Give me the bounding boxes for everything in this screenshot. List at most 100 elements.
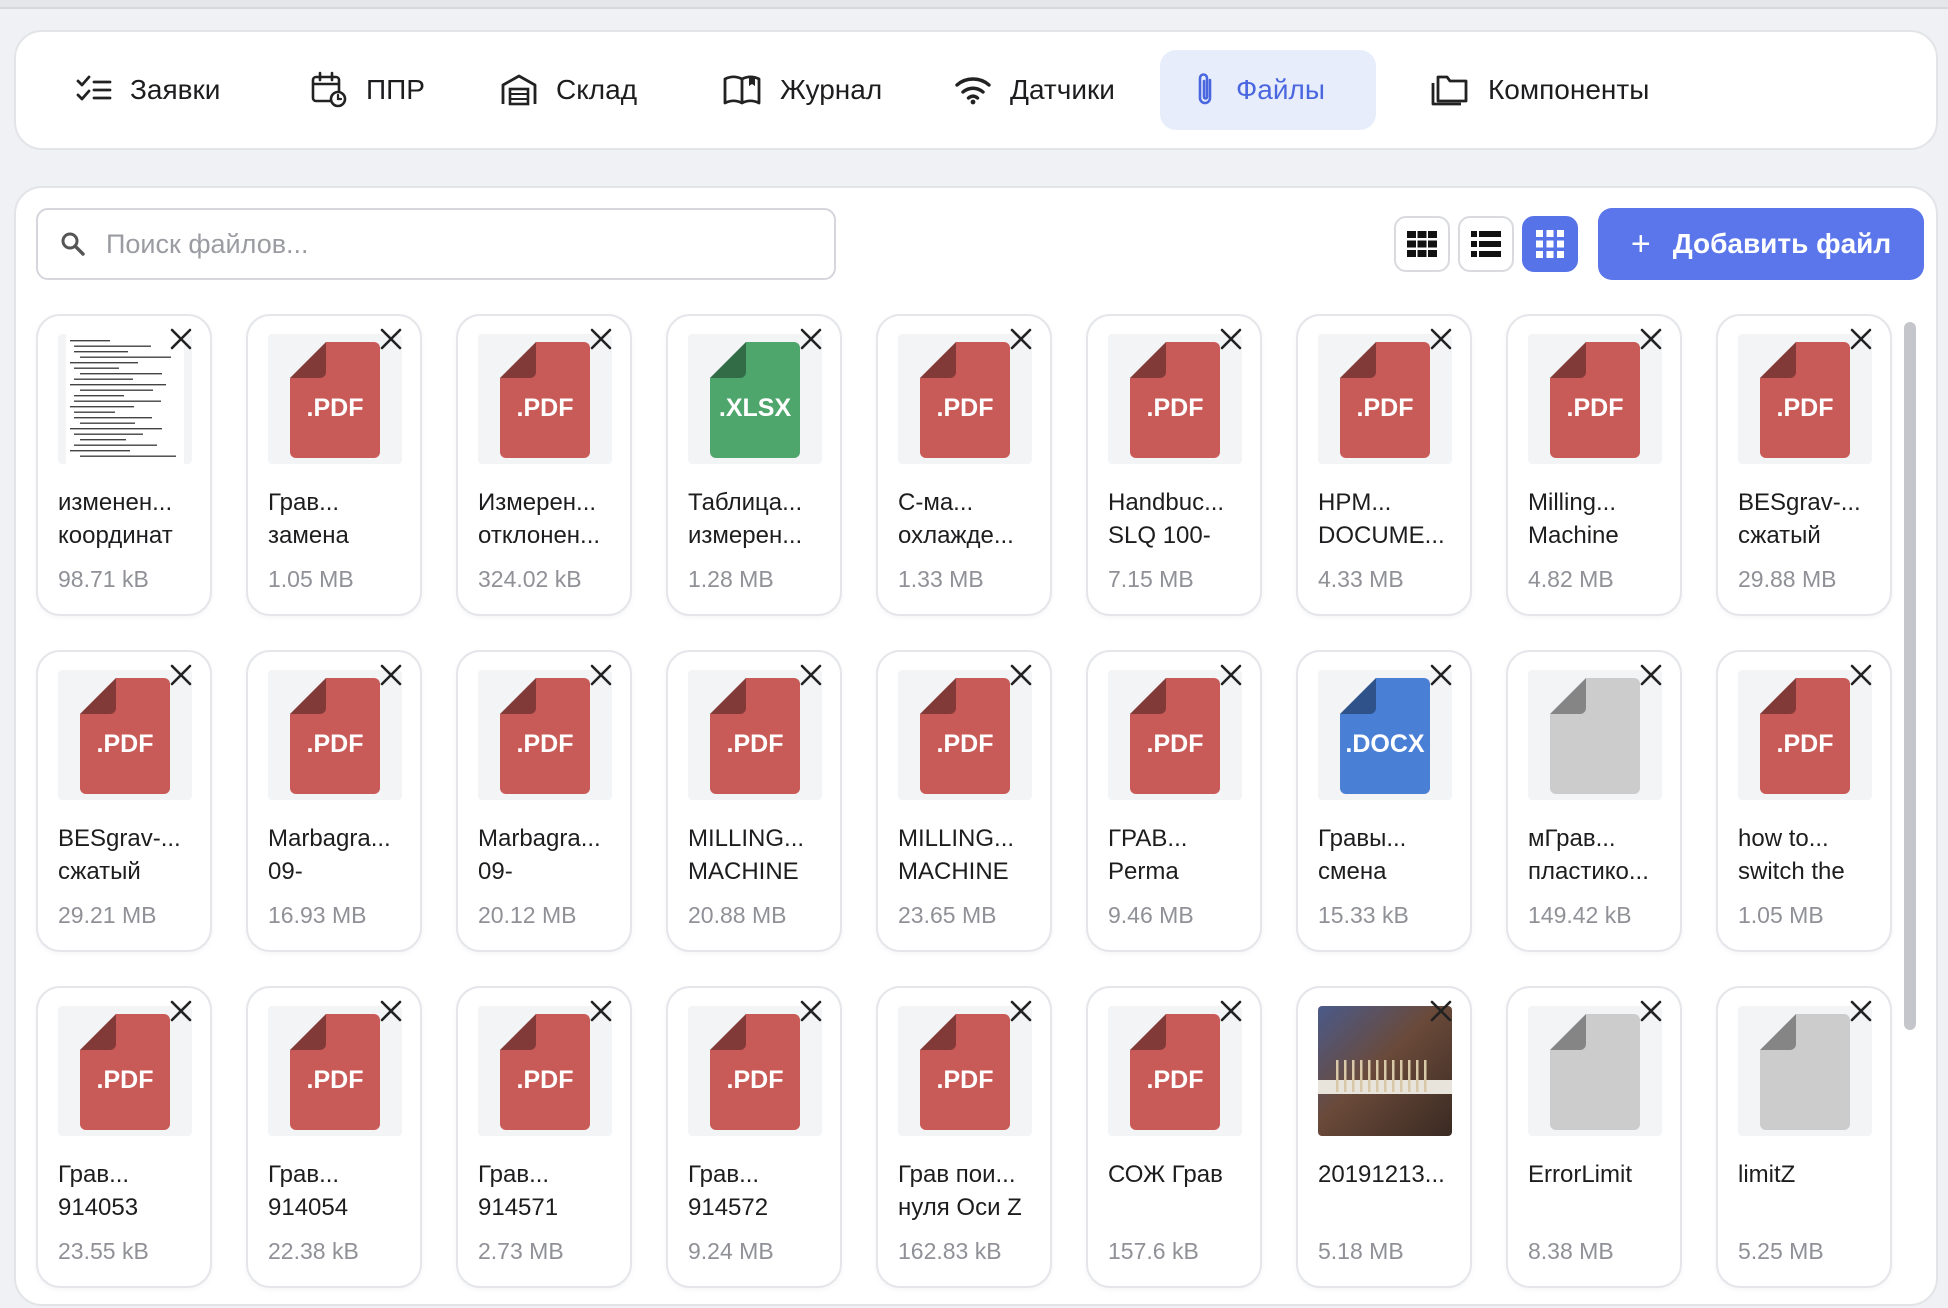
view-list-button[interactable] — [1458, 216, 1514, 272]
close-icon[interactable] — [1638, 326, 1664, 352]
book-icon — [723, 75, 761, 105]
close-icon[interactable] — [1218, 326, 1244, 352]
close-icon[interactable] — [1008, 998, 1034, 1024]
file-size: 9.46 MB — [1108, 902, 1194, 928]
file-card[interactable]: мГрав... пластико... 149.42 kB — [1506, 650, 1682, 952]
close-icon[interactable] — [378, 326, 404, 352]
close-icon[interactable] — [1848, 662, 1874, 688]
file-card[interactable]: .PDF Грав... 914572 9.24 MB — [666, 986, 842, 1288]
file-card[interactable]: .PDF Грав пои... нуля Оси Z 162.83 kB — [876, 986, 1052, 1288]
pdf-file-icon: .PDF — [1528, 334, 1662, 464]
svg-text:.PDF: .PDF — [307, 394, 364, 422]
file-card[interactable]: .DOCX Гравы... смена 15.33 kB — [1296, 650, 1472, 952]
close-icon[interactable] — [168, 998, 194, 1024]
close-icon[interactable] — [168, 326, 194, 352]
file-name-line — [1108, 1191, 1258, 1224]
file-name-line: Грав... — [58, 1161, 130, 1188]
close-icon[interactable] — [588, 662, 614, 688]
close-icon[interactable] — [1008, 662, 1034, 688]
file-name: Milling... Machine — [1528, 486, 1678, 552]
file-card[interactable]: .PDF Измерен... отклонен... 324.02 kB — [456, 314, 632, 616]
search-box[interactable] — [36, 208, 836, 280]
nav-tab-ppr[interactable]: ППР — [278, 50, 457, 130]
file-card[interactable]: .PDF Handbuc... SLQ 100- 7.15 MB — [1086, 314, 1262, 616]
checklist-icon — [76, 75, 112, 101]
nav-bar: Заявки ППР Склад Журнал Датчики Файлы Ко… — [14, 30, 1938, 150]
scrollbar[interactable] — [1902, 318, 1920, 1308]
file-card[interactable]: .PDF BESgrav-... сжатый 29.21 MB — [36, 650, 212, 952]
file-card[interactable]: .XLSX Таблица... измерен... 1.28 MB — [666, 314, 842, 616]
nav-tab-journal[interactable]: Журнал — [690, 50, 914, 130]
nav-tab-files[interactable]: Файлы — [1160, 50, 1376, 130]
close-icon[interactable] — [588, 998, 614, 1024]
close-icon[interactable] — [1848, 998, 1874, 1024]
photo-thumbnail — [1318, 1006, 1452, 1136]
file-card[interactable]: .PDF MILLING... MACHINE 20.88 MB — [666, 650, 842, 952]
file-name-line: 09- — [268, 858, 303, 885]
close-icon[interactable] — [378, 662, 404, 688]
pdf-file-icon: .PDF — [898, 670, 1032, 800]
file-size: 9.24 MB — [688, 1238, 774, 1264]
file-size: 162.83 kB — [898, 1238, 1002, 1264]
add-file-button[interactable]: + Добавить файл — [1598, 208, 1924, 280]
view-large-grid-button[interactable] — [1394, 216, 1450, 272]
file-card[interactable]: limitZ 5.25 MB — [1716, 986, 1892, 1288]
file-name-line: охлажде... — [898, 522, 1014, 549]
file-name-line: 914053 — [58, 1194, 139, 1221]
file-card[interactable]: .PDF Milling... Machine 4.82 MB — [1506, 314, 1682, 616]
svg-text:.PDF: .PDF — [97, 1066, 154, 1094]
close-icon[interactable] — [168, 662, 194, 688]
file-card[interactable]: .PDF Грав... 914054 22.38 kB — [246, 986, 422, 1288]
nav-tab-label: ППР — [366, 74, 425, 105]
close-icon[interactable] — [1218, 998, 1244, 1024]
scrollbar-thumb[interactable] — [1904, 322, 1916, 1030]
svg-text:.PDF: .PDF — [517, 394, 574, 422]
close-icon[interactable] — [1638, 662, 1664, 688]
search-input[interactable] — [104, 227, 788, 261]
file-name-line: Machine — [1528, 522, 1619, 549]
close-icon[interactable] — [798, 326, 824, 352]
file-size: 1.33 MB — [898, 566, 984, 592]
file-name-line: ErrorLimit — [1528, 1161, 1633, 1188]
file-name: Грав... 914571 — [478, 1158, 628, 1224]
file-card[interactable]: .PDF MILLING... MACHINE 23.65 MB — [876, 650, 1052, 952]
close-icon[interactable] — [588, 326, 614, 352]
nav-tab-sensors[interactable]: Датчики — [922, 50, 1147, 130]
file-card[interactable]: 20191213... 5.18 MB — [1296, 986, 1472, 1288]
file-card[interactable]: .PDF Грав... 914053 23.55 kB — [36, 986, 212, 1288]
pdf-file-icon: .PDF — [268, 1006, 402, 1136]
file-card[interactable]: .PDF HPM... DOCUME... 4.33 MB — [1296, 314, 1472, 616]
nav-tab-warehouse[interactable]: Склад — [468, 50, 669, 130]
file-card[interactable]: .PDF Marbagra... 09- 16.93 MB — [246, 650, 422, 952]
close-icon[interactable] — [1428, 998, 1454, 1024]
close-icon[interactable] — [378, 998, 404, 1024]
close-icon[interactable] — [1428, 662, 1454, 688]
file-card[interactable]: .PDF C-ма... охлажде... 1.33 MB — [876, 314, 1052, 616]
close-icon[interactable] — [798, 998, 824, 1024]
file-card[interactable]: ErrorLimit 8.38 MB — [1506, 986, 1682, 1288]
pdf-file-icon: .PDF — [58, 670, 192, 800]
file-card[interactable]: .PDF BESgrav-... сжатый 29.88 MB — [1716, 314, 1892, 616]
file-card[interactable]: .PDF Грав... замена 1.05 MB — [246, 314, 422, 616]
file-name: мГрав... пластико... — [1528, 822, 1678, 888]
file-name: Marbagra... 09- — [268, 822, 418, 888]
pdf-file-icon: .PDF — [898, 1006, 1032, 1136]
file-card[interactable]: изменен... координат 98.71 kB — [36, 314, 212, 616]
close-icon[interactable] — [1428, 326, 1454, 352]
view-small-grid-button[interactable] — [1522, 216, 1578, 272]
file-card[interactable]: .PDF Грав... 914571 2.73 MB — [456, 986, 632, 1288]
nav-tab-components[interactable]: Компоненты — [1398, 50, 1681, 130]
file-name-line — [1528, 1191, 1678, 1224]
generic-file-icon — [1528, 1006, 1662, 1136]
file-card[interactable]: .PDF СОЖ Грав 157.6 kB — [1086, 986, 1262, 1288]
file-card[interactable]: .PDF Marbagra... 09- 20.12 MB — [456, 650, 632, 952]
close-icon[interactable] — [1008, 326, 1034, 352]
file-name: Таблица... измерен... — [688, 486, 838, 552]
file-card[interactable]: .PDF how to... switch the 1.05 MB — [1716, 650, 1892, 952]
file-card[interactable]: .PDF ГРАВ... Perma 9.46 MB — [1086, 650, 1262, 952]
close-icon[interactable] — [798, 662, 824, 688]
close-icon[interactable] — [1218, 662, 1244, 688]
close-icon[interactable] — [1848, 326, 1874, 352]
nav-tab-requests[interactable]: Заявки — [44, 50, 252, 130]
close-icon[interactable] — [1638, 998, 1664, 1024]
